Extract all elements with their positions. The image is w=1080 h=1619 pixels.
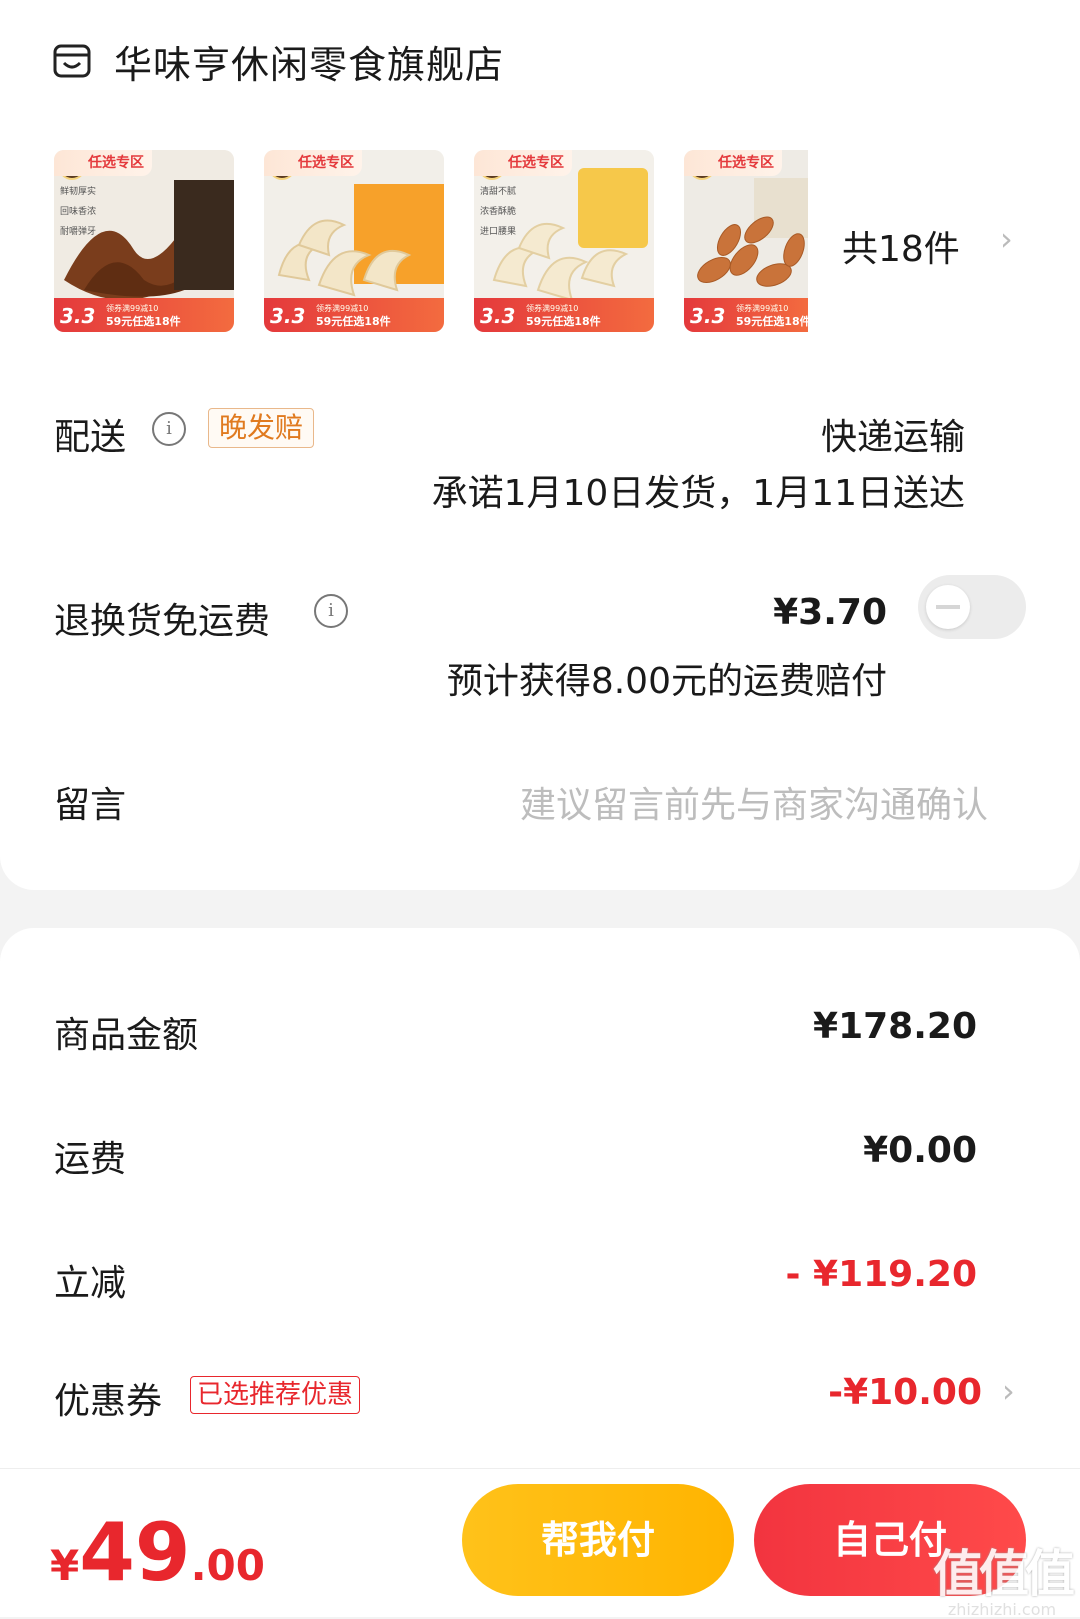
product-tag: 任选专区 <box>474 150 572 176</box>
total-price: ¥49.00 <box>50 1506 265 1599</box>
delivery-promise: 承诺1月10日发货，1月11日送达 <box>431 473 965 514</box>
promo-banner: 3.3 领券满99减10 59元任选18件 <box>474 298 654 332</box>
product-note: 清甜不腻 <box>480 187 517 197</box>
product-thumbnail[interactable]: 任选专区 3.3 领券满99减10 59元任选18件 <box>264 150 444 332</box>
promo-badge: 3.3 <box>60 304 96 328</box>
help-pay-button[interactable]: 帮我付 <box>462 1484 734 1596</box>
promo-text: 59元任选18件 <box>316 315 391 328</box>
total-integer: 49 <box>79 1506 191 1599</box>
store-name: 华味亨休闲零食旗舰店 <box>114 42 505 87</box>
coupon-badge: 已选推荐优惠 <box>190 1376 361 1414</box>
message-label: 留言 <box>54 785 127 826</box>
coupon-label: 优惠券 <box>54 1381 163 1422</box>
promo-banner: 3.3 领券满99减10 59元任选18件 <box>684 298 808 332</box>
chevron-right-icon[interactable]: › <box>1002 1372 1015 1410</box>
delivery-method: 快递运输 <box>820 417 965 458</box>
store-header[interactable]: 华味亨休闲零食旗舰店 <box>52 36 505 87</box>
promo-text: 59元任选18件 <box>106 315 181 328</box>
return-freight-price: ¥3.70 <box>773 592 887 633</box>
product-tag: 任选专区 <box>54 150 152 176</box>
return-freight-note: 预计获得8.00元的运费赔付 <box>446 661 887 702</box>
product-note: 回味香浓 <box>60 207 97 217</box>
coupon-value[interactable]: -¥10.00 <box>828 1372 982 1413</box>
product-thumbnail[interactable]: 任选专区 鲜韧厚实 回味香浓 耐嚼弹牙 3.3 领券满99减10 59元任选18… <box>54 150 234 332</box>
product-note: 进口腰果 <box>480 227 517 237</box>
total-decimal: .00 <box>190 1541 265 1590</box>
product-note: 浓香酥脆 <box>480 207 517 217</box>
delivery-label: 配送 <box>54 417 127 458</box>
promo-banner: 3.3 领券满99减10 59元任选18件 <box>264 298 444 332</box>
product-note: 鲜韧厚实 <box>60 187 97 197</box>
return-freight-toggle[interactable] <box>918 575 1026 639</box>
chevron-right-icon[interactable]: › <box>1000 220 1013 258</box>
goods-amount-value: ¥178.20 <box>813 1006 977 1047</box>
product-thumbnail[interactable]: 任选专区 清甜不腻 浓香酥脆 进口腰果 3.3 领券满99减10 59元任选18… <box>474 150 654 332</box>
promo-badge: 3.3 <box>690 304 726 328</box>
shipping-label: 运费 <box>54 1139 127 1180</box>
info-icon[interactable]: i <box>152 412 186 446</box>
promo-text: 59元任选18件 <box>526 315 601 328</box>
message-input[interactable]: 建议留言前先与商家沟通确认 <box>520 776 988 828</box>
promo-text: 59元任选18件 <box>736 315 808 328</box>
watermark-logo: 值值值 <box>933 1545 1075 1603</box>
order-info-card: 华味亨休闲零食旗舰店 任选专区 鲜韧厚实 回味香浓 耐嚼弹牙 3.3 领券满99… <box>0 0 1080 890</box>
product-tag: 任选专区 <box>264 150 362 176</box>
info-icon[interactable]: i <box>314 594 348 628</box>
promo-banner: 3.3 领券满99减10 59元任选18件 <box>54 298 234 332</box>
watermark: 值值值 zhizhizhi.com <box>932 1534 1075 1619</box>
promo-badge: 3.3 <box>480 304 516 328</box>
late-ship-compensation-badge: 晚发赔 <box>208 408 315 448</box>
product-thumbnail[interactable]: 任选专区 3.3 领券满99减10 59元任选18件 <box>684 150 808 332</box>
return-freight-label: 退换货免运费 <box>54 601 271 642</box>
shipping-value: ¥0.00 <box>863 1130 977 1171</box>
instant-discount-value: - ¥119.20 <box>785 1254 977 1295</box>
minus-icon <box>936 605 960 609</box>
goods-amount-label: 商品金额 <box>54 1015 199 1056</box>
watermark-site: zhizhizhi.com <box>947 1600 1057 1619</box>
instant-discount-label: 立减 <box>54 1263 127 1304</box>
store-icon <box>53 44 91 78</box>
product-tag: 任选专区 <box>684 150 782 176</box>
promo-badge: 3.3 <box>270 304 306 328</box>
currency-symbol: ¥ <box>50 1541 80 1590</box>
items-count[interactable]: 共18件 <box>842 220 960 272</box>
product-note: 耐嚼弹牙 <box>60 227 97 237</box>
